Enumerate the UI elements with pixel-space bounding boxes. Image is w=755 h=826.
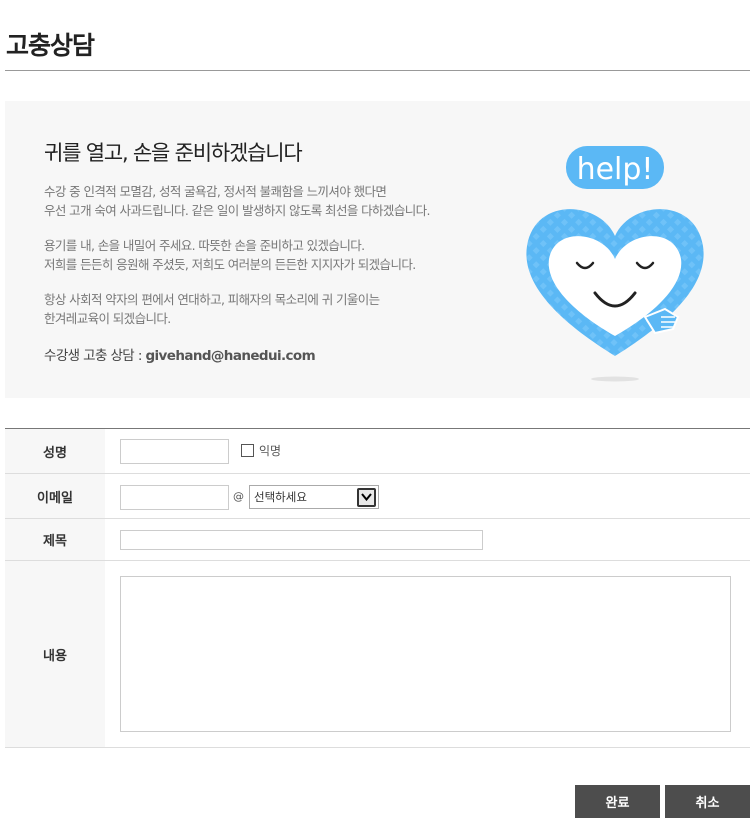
contact-email: givehand@hanedui.com [145,348,316,364]
intro-line: 우선 고개 숙여 사과드립니다. 같은 일이 발생하지 않도록 최선을 다하겠습… [44,203,431,218]
name-row: 성명 익명 [5,429,750,474]
subject-cell [105,519,750,560]
page-title: 고충상담 [6,31,95,60]
intro-line: 수강 중 인격적 모멸감, 성적 굴욕감, 정서적 불쾌함을 느끼셔야 했다면 [44,184,387,199]
name-cell: 익명 [105,429,750,473]
title-divider [5,70,750,71]
at-sign: @ [233,490,244,503]
email-domain-select[interactable]: 선택하세요 [249,485,379,509]
email-cell: @ 선택하세요 [105,474,750,518]
shadow [591,376,639,382]
email-domain-selected: 선택하세요 [254,490,307,504]
anonymous-label[interactable]: 익명 [259,442,281,459]
chevron-down-glyph [361,493,372,501]
contact-line: 수강생 고충 상담 : givehand@hanedui.com [44,344,316,364]
intro-paragraph-1: 수강 중 인격적 모멸감, 성적 굴욕감, 정서적 불쾌함을 느끼셔야 했다면 … [44,182,431,220]
content-label: 내용 [5,561,105,747]
contact-label: 수강생 고충 상담 : [44,348,146,364]
intro-line: 저희를 든든히 응원해 주셨듯, 저희도 여러분의 든든한 지지자가 되겠습니다… [44,257,416,272]
content-textarea[interactable] [120,576,731,732]
intro-line: 용기를 내, 손을 내밀어 주세요. 따뜻한 손을 준비하고 있겠습니다. [44,238,365,253]
subject-label: 제목 [5,519,105,560]
subject-row: 제목 [5,519,750,561]
intro-heading: 귀를 열고, 손을 준비하겠습니다 [44,141,303,165]
cancel-button[interactable]: 취소 [665,785,750,818]
submit-button[interactable]: 완료 [575,785,660,818]
intro-line: 항상 사회적 약자의 편에서 연대하고, 피해자의 목소리에 귀 기울이는 [44,292,380,307]
name-label: 성명 [5,429,105,473]
anonymous-option[interactable]: 익명 [241,442,281,459]
content-cell [105,561,750,747]
intro-line: 한겨레교육이 되겠습니다. [44,311,171,326]
chevron-down-icon[interactable] [357,487,376,507]
email-row: 이메일 @ 선택하세요 [5,474,750,519]
name-input[interactable] [120,439,229,464]
email-id-input[interactable] [120,485,229,510]
intro-box: 귀를 열고, 손을 준비하겠습니다 수강 중 인격적 모멸감, 성적 굴욕감, … [5,101,750,398]
content-row: 내용 [5,561,750,748]
intro-paragraph-2: 용기를 내, 손을 내밀어 주세요. 따뜻한 손을 준비하고 있겠습니다. 저희… [44,236,416,274]
help-heart-illustration: help! [526,146,704,382]
subject-input[interactable] [120,530,483,550]
complaint-form: 성명 익명 이메일 @ 선택하세요 제목 내용 [5,428,750,748]
anonymous-checkbox[interactable] [241,444,254,457]
email-label: 이메일 [5,474,105,518]
intro-paragraph-3: 항상 사회적 약자의 편에서 연대하고, 피해자의 목소리에 귀 기울이는 한겨… [44,290,380,328]
help-text: help! [577,152,654,187]
